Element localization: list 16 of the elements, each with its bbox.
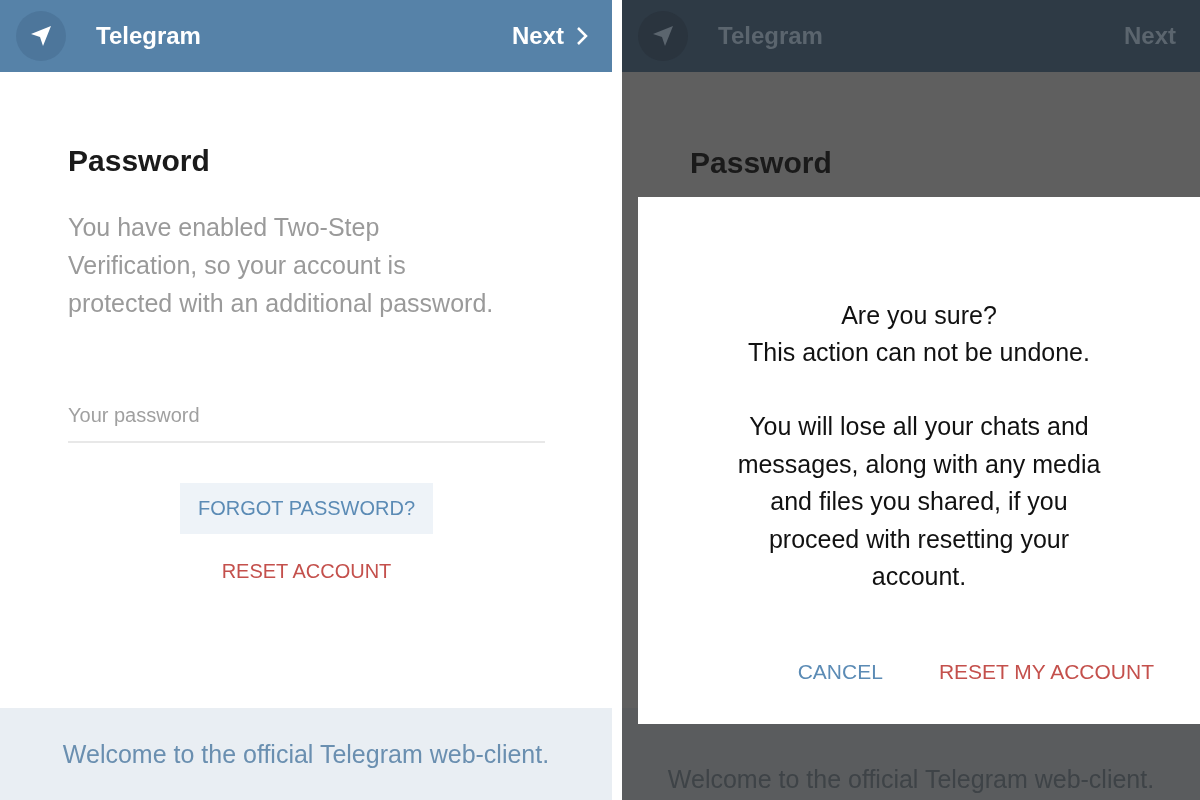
forgot-password-button[interactable]: FORGOT PASSWORD? [179, 483, 434, 534]
cancel-button[interactable]: CANCEL [797, 659, 883, 684]
reset-account-button[interactable]: RESET ACCOUNT [217, 556, 396, 587]
page-heading: Password [690, 146, 833, 180]
description-text: You have enabled Two-Step Verification, so your account is protected with an additional password. [68, 212, 495, 319]
welcome-text: Welcome to the official Telegram web-client. [62, 739, 550, 769]
logo-icon[interactable] [16, 11, 66, 61]
paper-plane-icon [652, 25, 674, 47]
page-heading: Password [68, 144, 211, 178]
dialog-message: You will lose all your chats and messages, along with any media and files you shared, if you proceed with resetting your account. [737, 411, 1101, 592]
chevron-right-icon [576, 26, 588, 46]
dialog-title: Are you sure? This action can not be undone. [748, 300, 1090, 368]
paper-plane-icon [30, 25, 52, 47]
next-button[interactable]: Next [511, 22, 588, 50]
reset-my-account-button[interactable]: RESET MY ACCOUNT [938, 659, 1154, 684]
app-title: Telegram [96, 22, 202, 50]
